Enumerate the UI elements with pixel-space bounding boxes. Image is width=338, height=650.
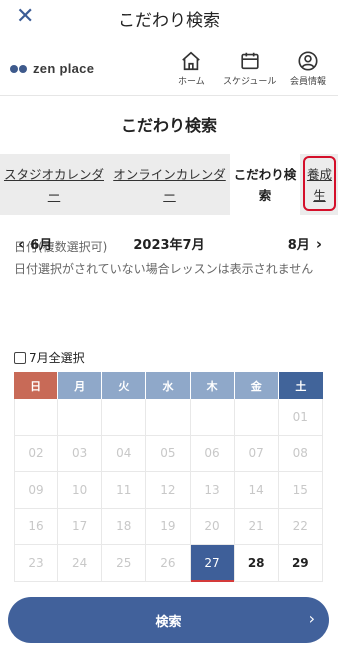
tab-trainee-label: 養成生 bbox=[306, 166, 332, 203]
search-button-label: 検索 bbox=[155, 614, 182, 630]
home-icon bbox=[182, 51, 201, 71]
calendar-day-cell: 16 bbox=[14, 508, 59, 545]
nav-member-info[interactable]: 会員情報 bbox=[290, 50, 326, 87]
calendar-day-cell[interactable]: 27 bbox=[190, 545, 235, 582]
logo-mark-dot bbox=[19, 64, 27, 73]
tab-studio-calendar-label: スタジオカレンダー bbox=[3, 166, 104, 203]
calendar-day-cell: 09 bbox=[14, 472, 59, 509]
calendar-day-cell: 06 bbox=[190, 435, 235, 472]
top-bar: ✕ こだわり検索 bbox=[0, 0, 338, 36]
weekday-header-cell: 金 bbox=[234, 372, 279, 399]
calendar-empty-cell bbox=[234, 399, 279, 436]
nav-schedule[interactable]: スケジュール bbox=[223, 50, 276, 87]
calendar-day-cell: 07 bbox=[234, 435, 279, 472]
next-month-label: 8月 bbox=[287, 238, 310, 253]
calendar-day-cell: 19 bbox=[146, 508, 191, 545]
nav-home[interactable]: ホーム bbox=[178, 50, 205, 87]
calendar-day-cell: 20 bbox=[190, 508, 235, 545]
date-filter-note: 日付選択がされていない場合レッスンは表示されません bbox=[14, 262, 314, 276]
weekday-header-cell: 日 bbox=[14, 372, 59, 399]
weekday-header-cell: 土 bbox=[278, 372, 323, 399]
nav-schedule-label: スケジュール bbox=[223, 77, 277, 87]
tab-kodawari-search-label: こだわり検索 bbox=[233, 166, 297, 203]
checkbox-icon bbox=[14, 351, 26, 364]
weekday-header-cell: 火 bbox=[102, 372, 147, 399]
calendar-day-cell: 23 bbox=[14, 545, 59, 582]
calendar-day-cell: 18 bbox=[102, 508, 147, 545]
calendar-day-cell: 04 bbox=[102, 435, 147, 472]
tab-online-calendar[interactable]: オンラインカレンダー bbox=[110, 154, 229, 215]
calendar-week-row: 09 10 11 12 13 14 15 bbox=[14, 472, 323, 509]
calendar-empty-cell bbox=[14, 399, 59, 436]
logo[interactable]: zen place bbox=[10, 61, 94, 76]
calendar-day-cell: 13 bbox=[190, 472, 235, 509]
tab-online-calendar-label: オンラインカレンダー bbox=[113, 166, 226, 203]
tab-studio-calendar[interactable]: スタジオカレンダー bbox=[0, 154, 108, 215]
calendar-grid: 日月火水木金土 01 02 03 04 05 06 07 08 09 10 11 12 13 14 15 16… bbox=[14, 372, 323, 582]
calendar-day-cell: 10 bbox=[58, 472, 103, 509]
calendar-day-cell: 01 bbox=[278, 399, 323, 436]
logo-text: zen place bbox=[33, 61, 95, 76]
calendar-day-cell: 22 bbox=[278, 508, 323, 545]
calendar-day-cell: 05 bbox=[146, 435, 191, 472]
logo-mark-dot bbox=[10, 64, 18, 73]
tab-kodawari-search[interactable]: こだわり検索 bbox=[230, 154, 300, 215]
nav-member-info-label: 会員情報 bbox=[290, 77, 327, 87]
select-all-label: 7月全選択 bbox=[29, 351, 85, 365]
calendar-icon bbox=[241, 52, 259, 70]
calendar-day-cell: 25 bbox=[102, 545, 147, 582]
calendar-day-cell: 14 bbox=[234, 472, 279, 509]
nav-bar: zen place ホーム スケジュール 会員情報 bbox=[0, 44, 338, 96]
chevron-right-icon: › bbox=[308, 609, 315, 628]
calendar-day-cell: 15 bbox=[278, 472, 323, 509]
window-title: こだわり検索 bbox=[118, 10, 220, 31]
calendar-empty-cell bbox=[146, 399, 191, 436]
calendar-week-row: 02 03 04 05 06 07 08 bbox=[14, 435, 323, 472]
tab-trainee[interactable]: 養成生 bbox=[304, 154, 335, 215]
calendar-day-cell: 08 bbox=[278, 435, 323, 472]
calendar-day-cell[interactable]: 29 bbox=[278, 545, 323, 582]
calendar-empty-cell bbox=[102, 399, 147, 436]
weekday-header-cell: 月 bbox=[58, 372, 103, 399]
weekday-header-cell: 木 bbox=[190, 372, 235, 399]
calendar-empty-cell bbox=[190, 399, 235, 436]
calendar-week-row: 16 17 18 19 20 21 22 bbox=[14, 508, 323, 545]
weekday-header-cell: 水 bbox=[146, 372, 191, 399]
calendar-day-cell: 17 bbox=[58, 508, 103, 545]
calendar-day-cell: 02 bbox=[14, 435, 59, 472]
chevron-right-icon: › bbox=[315, 234, 322, 253]
calendar-weekday-header: 日月火水木金土 bbox=[14, 372, 323, 399]
search-button[interactable]: 検索 › bbox=[8, 597, 329, 643]
calendar-day-cell[interactable]: 28 bbox=[234, 545, 279, 582]
close-icon[interactable]: ✕ bbox=[16, 5, 34, 29]
calendar-body: 01 02 03 04 05 06 07 08 09 10 11 12 13 14 15 16 17 18 19 20… bbox=[14, 399, 323, 582]
calendar-day-cell: 03 bbox=[58, 435, 103, 472]
calendar-day-cell: 21 bbox=[234, 508, 279, 545]
calendar-day-cell: 24 bbox=[58, 545, 103, 582]
calendar-tabs: スタジオカレンダー オンラインカレンダー こだわり検索 養成生 bbox=[0, 154, 338, 215]
calendar-day-cell: 12 bbox=[146, 472, 191, 509]
user-icon bbox=[298, 51, 318, 71]
page-title: こだわり検索 bbox=[120, 116, 217, 135]
calendar-week-row: 23 24 25 26 27 28 29 bbox=[14, 545, 323, 582]
calendar-day-cell: 11 bbox=[102, 472, 147, 509]
select-all-checkbox[interactable]: 7月全選択 bbox=[14, 349, 85, 366]
next-month-button[interactable]: 8月 › bbox=[287, 234, 322, 254]
calendar-week-row: 01 bbox=[14, 399, 323, 436]
calendar-day-cell: 26 bbox=[146, 545, 191, 582]
nav-home-label: ホーム bbox=[178, 77, 205, 87]
calendar-empty-cell bbox=[58, 399, 103, 436]
